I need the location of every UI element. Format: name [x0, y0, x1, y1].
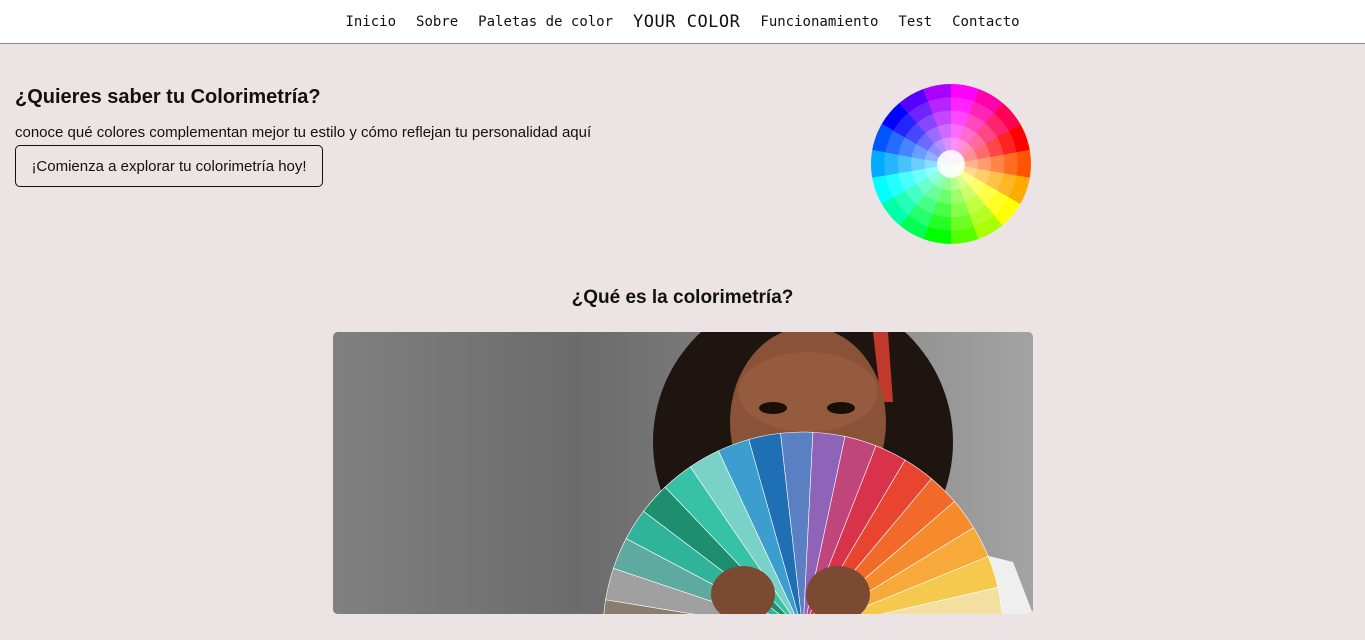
top-navigation: Inicio Sobre Paletas de color YOUR COLOR… [0, 0, 1365, 44]
nav-item-paletas[interactable]: Paletas de color [478, 14, 613, 30]
nav-item-sobre[interactable]: Sobre [416, 14, 458, 30]
woman-holding-color-fan-photo [333, 332, 1033, 614]
section-title: ¿Qué es la colorimetría? [571, 287, 794, 308]
nav-item-funcionamiento[interactable]: Funcionamiento [760, 14, 878, 30]
nav-brand-logo[interactable]: YOUR COLOR [633, 12, 740, 32]
photo-illustration [333, 332, 1033, 614]
hero-title: ¿Quieres saber tu Colorimetría? [15, 86, 321, 108]
explore-button[interactable]: ¡Comienza a explorar tu colorimetría hoy… [15, 145, 323, 187]
hero-subtitle: conoce qué colores complementan mejor tu… [15, 124, 592, 141]
nav-item-contacto[interactable]: Contacto [952, 14, 1019, 30]
color-wheel-icon [871, 84, 1031, 244]
nav-item-test[interactable]: Test [898, 14, 932, 30]
nav-item-inicio[interactable]: Inicio [345, 14, 396, 30]
